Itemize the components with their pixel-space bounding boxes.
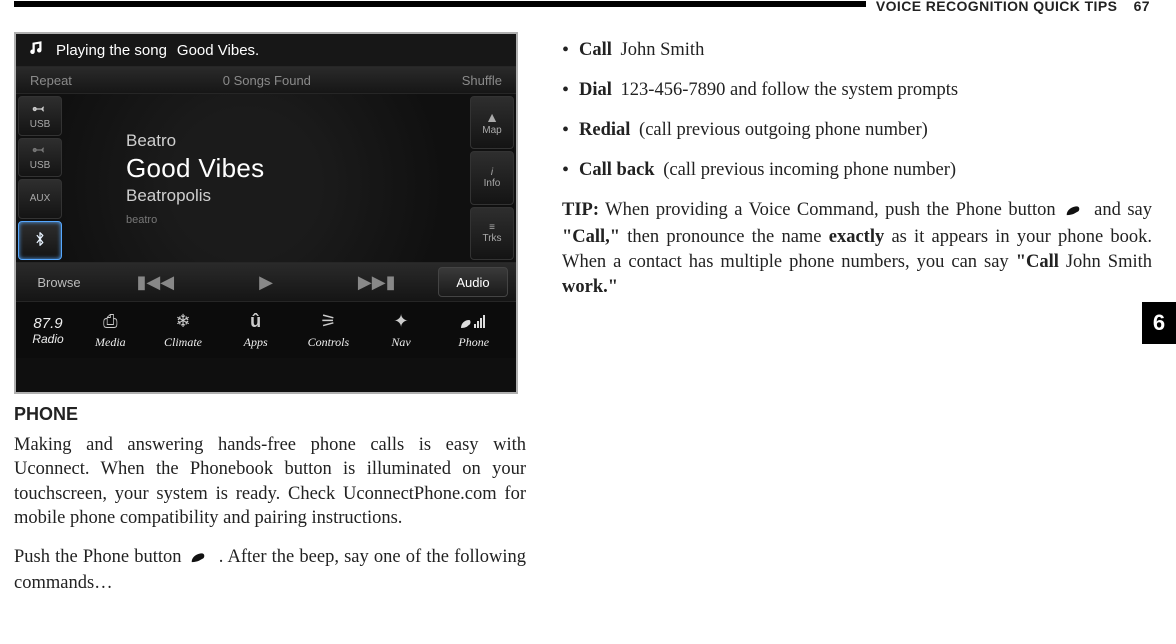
phone-heading: PHONE [14,404,526,425]
now-playing-prefix: Playing the song [56,42,167,59]
source-label: AUX [30,193,51,204]
phone-signal-icon [459,310,489,332]
track-artist: Beatro [126,131,468,151]
command-word: Dial [579,80,612,100]
bottom-label: Controls [308,335,350,350]
phone-handset-icon [190,547,216,571]
repeat-button[interactable]: Repeat [30,73,72,88]
nav-apps[interactable]: û Apps [219,310,292,350]
browse-button[interactable]: Browse [24,267,94,297]
now-playing-bar: Playing the song Good Vibes. [16,34,516,66]
nav-phone[interactable]: Phone [437,310,510,350]
tip-label: TIP: [562,200,599,220]
nav-controls[interactable]: ⚞ Controls [292,310,365,350]
tracks-button[interactable]: ≡Trks [470,207,514,260]
tip-text-1: When providing a Voice Command, push the… [605,200,1055,220]
next-track-button[interactable]: ▶▶▮ [358,272,396,293]
play-pause-button[interactable]: ▶ [259,272,273,293]
usb-icon [31,102,49,119]
shuffle-repeat-bar: Repeat 0 Songs Found Shuffle [16,66,516,94]
usb-icon: ⎙ [103,310,117,332]
transport-bar: Browse ▮◀◀ ▶ ▶▶▮ Audio [16,262,516,302]
source-label: USB [30,119,51,130]
right-tab-column: ▲Map iInfo ≡Trks [468,94,516,262]
page-number: 67 [1134,0,1150,14]
frequency-value: 87.9 [22,315,74,332]
header-title: VOICE RECOGNITION QUICK TIPS [876,0,1117,14]
map-button[interactable]: ▲Map [470,96,514,149]
header-title-block: VOICE RECOGNITION QUICK TIPS 67 [866,0,1152,14]
apps-icon: û [250,310,261,332]
nav-icon: ✦ [393,310,408,332]
list-item: Dial 123-456-7890 and follow the system … [562,78,1152,102]
list-item: Call John Smith [562,38,1152,62]
shuffle-button[interactable]: Shuffle [462,73,502,88]
bottom-label: Nav [391,335,410,350]
command-rest: John Smith [616,40,704,60]
tip-call2: "Call [1016,252,1059,272]
bottom-label: Phone [458,335,489,350]
controls-icon: ⚞ [320,310,336,332]
bottom-label: Apps [244,335,268,350]
music-note-icon [28,41,46,59]
bottom-label: Media [95,335,126,350]
list-item: Redial (call previous outgoing phone num… [562,118,1152,142]
bluetooth-icon [31,232,49,249]
uconnect-screenshot: Playing the song Good Vibes. Repeat 0 So… [14,32,518,394]
bottom-label: Climate [164,335,202,350]
command-rest: 123-456-7890 and follow the system promp… [616,80,958,100]
command-rest: (call previous outgoing phone number) [634,120,927,140]
source-usb-2[interactable]: USB [18,138,62,178]
bottom-label: Radio [22,332,74,346]
info-button[interactable]: iInfo [470,151,514,204]
tip-exactly: exactly [829,227,884,247]
prev-track-button[interactable]: ▮◀◀ [136,272,174,293]
list-item: Call back (call previous incoming phone … [562,158,1152,182]
source-usb-1[interactable]: USB [18,96,62,136]
rbtn-label: Map [482,125,501,136]
command-rest: (call previous incoming phone number) [659,160,956,180]
usb-icon [31,143,49,160]
nav-climate[interactable]: ❄ Climate [147,310,220,350]
command-list: Call John Smith Dial 123-456-7890 and fo… [562,38,1152,182]
tip-work: work." [562,277,618,297]
phone-handset-icon [1065,200,1091,225]
command-word: Call [579,40,612,60]
now-playing-title: Good Vibes. [177,42,259,59]
source-bluetooth[interactable] [18,221,62,261]
nav-nav[interactable]: ✦ Nav [365,310,438,350]
command-word: Redial [579,120,630,140]
rbtn-label: Info [484,178,501,189]
tip-name: John Smith [1066,252,1152,272]
climate-icon: ❄ [175,310,190,332]
source-label: USB [30,160,51,171]
tip-paragraph: TIP: When providing a Voice Command, pus… [562,198,1152,299]
command-word: Call back [579,160,655,180]
track-brand: beatro [126,214,468,226]
tip-text-2: and say [1094,200,1152,220]
source-aux[interactable]: AUX [18,179,62,219]
phone-prompt-paragraph: Push the Phone button . After the beep, … [14,545,526,596]
track-info: Beatro Good Vibes Beatropolis beatro [64,94,468,262]
track-album: Beatropolis [126,186,468,206]
bottom-nav: 87.9 Radio ⎙ Media ❄ Climate û Apps ⚞ Contro… [16,302,516,358]
prompt-part-a: Push the Phone button [14,547,182,567]
rbtn-label: Trks [482,233,501,244]
source-column: USB USB AUX [16,94,64,262]
songs-found-label: 0 Songs Found [223,73,311,88]
track-title: Good Vibes [126,153,468,184]
chapter-tab: 6 [1142,302,1176,344]
tip-text-3: then pronounce the name [627,227,821,247]
nav-media[interactable]: ⎙ Media [74,310,147,350]
page-header: VOICE RECOGNITION QUICK TIPS 67 [14,0,1152,20]
radio-preset[interactable]: 87.9 Radio [22,315,74,346]
tip-call-word: "Call," [562,227,620,247]
phone-intro-paragraph: Making and answering hands-free phone ca… [14,433,526,531]
audio-button[interactable]: Audio [438,267,508,297]
